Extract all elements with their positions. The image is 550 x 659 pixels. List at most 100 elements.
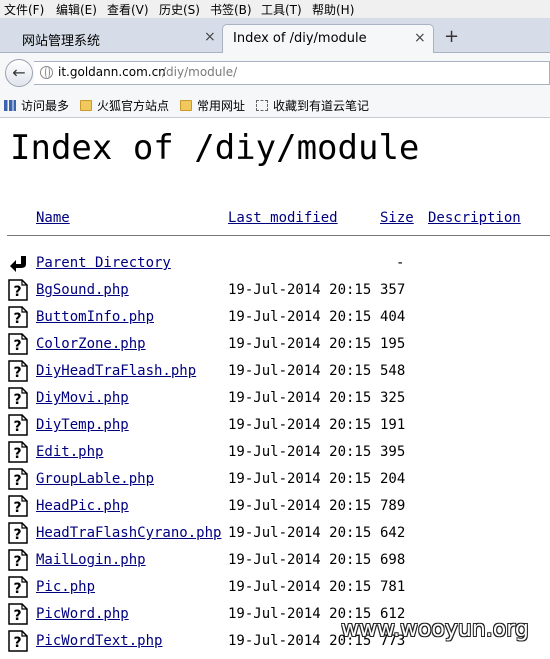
file-size: 642 bbox=[380, 525, 406, 541]
unknown-file-icon: ? bbox=[8, 522, 28, 544]
bookmark-label: 火狐官方站点 bbox=[97, 99, 170, 113]
sort-by-name-link[interactable]: Name bbox=[36, 210, 70, 226]
file-row: ? MailLogin.php 19-Jul-2014 20:15 698 bbox=[0, 549, 550, 578]
svg-text:?: ? bbox=[13, 365, 21, 381]
back-arrow-icon[interactable]: ← bbox=[5, 59, 33, 87]
last-modified: 19-Jul-2014 20:15 bbox=[228, 282, 372, 298]
file-link[interactable]: DiyTemp.php bbox=[36, 417, 129, 433]
file-link[interactable]: DiyHeadTraFlash.php bbox=[36, 363, 196, 379]
file-row: ? Edit.php 19-Jul-2014 20:15 395 bbox=[0, 441, 550, 470]
menu-view[interactable]: 查看(V) bbox=[107, 1, 149, 18]
file-size: 789 bbox=[380, 498, 406, 514]
back-arrow-icon bbox=[10, 256, 26, 272]
file-link[interactable]: Edit.php bbox=[36, 444, 103, 460]
svg-text:?: ? bbox=[13, 446, 21, 462]
close-tab-icon[interactable]: × bbox=[204, 29, 216, 45]
file-link[interactable]: HeadPic.php bbox=[36, 498, 129, 514]
menu-bookmarks[interactable]: 书签(B) bbox=[210, 1, 252, 18]
last-modified: 19-Jul-2014 20:15 bbox=[228, 417, 372, 433]
file-size: 781 bbox=[380, 579, 406, 595]
unknown-file-icon: ? bbox=[8, 576, 28, 598]
sort-by-description-link[interactable]: Description bbox=[428, 210, 521, 226]
tab-site-admin[interactable]: 网站管理系统 × bbox=[4, 24, 222, 52]
file-link[interactable]: Pic.php bbox=[36, 579, 95, 595]
menu-edit[interactable]: 编辑(E) bbox=[56, 1, 97, 18]
parent-directory-link[interactable]: Parent Directory bbox=[36, 255, 171, 271]
last-modified: 19-Jul-2014 20:15 bbox=[228, 336, 372, 352]
unknown-file-icon: ? bbox=[8, 603, 28, 625]
page-content: Index of /diy/module Name Last modified … bbox=[0, 118, 550, 658]
tab-title: 网站管理系统 bbox=[22, 34, 101, 49]
unknown-file-icon: ? bbox=[8, 630, 28, 652]
file-row: ? Pic.php 19-Jul-2014 20:15 781 bbox=[0, 576, 550, 605]
file-link[interactable]: ColorZone.php bbox=[36, 336, 146, 352]
folder-icon bbox=[80, 100, 92, 111]
file-size: 357 bbox=[380, 282, 406, 298]
file-row: ? HeadPic.php 19-Jul-2014 20:15 789 bbox=[0, 495, 550, 524]
menu-help[interactable]: 帮助(H) bbox=[312, 1, 354, 18]
unknown-file-icon: ? bbox=[8, 414, 28, 436]
close-tab-icon[interactable]: × bbox=[414, 30, 426, 46]
file-size: 698 bbox=[380, 552, 406, 568]
sort-by-size-link[interactable]: Size bbox=[380, 210, 414, 226]
unknown-file-icon: ? bbox=[8, 279, 28, 301]
unknown-file-icon: ? bbox=[8, 549, 28, 571]
file-row: ? ButtomInfo.php 19-Jul-2014 20:15 404 bbox=[0, 306, 550, 335]
file-size: 204 bbox=[380, 471, 406, 487]
unknown-file-icon: ? bbox=[8, 468, 28, 490]
file-size: 191 bbox=[380, 417, 406, 433]
bookmark-label: 常用网址 bbox=[197, 99, 246, 113]
tab-title: Index of /diy/module bbox=[233, 31, 367, 46]
menu-tools[interactable]: 工具(T) bbox=[261, 1, 302, 18]
last-modified: 19-Jul-2014 20:15 bbox=[228, 363, 372, 379]
file-size: 548 bbox=[380, 363, 406, 379]
parent-directory-row: Parent Directory - bbox=[0, 254, 550, 281]
svg-text:?: ? bbox=[13, 473, 21, 489]
sort-by-modified-link[interactable]: Last modified bbox=[228, 210, 338, 226]
bookmark-common-sites[interactable]: 常用网址 bbox=[180, 97, 245, 114]
svg-text:?: ? bbox=[13, 635, 21, 651]
svg-text:?: ? bbox=[13, 392, 21, 408]
file-link[interactable]: HeadTraFlashCyrano.php bbox=[36, 525, 221, 541]
file-link[interactable]: PicWord.php bbox=[36, 606, 129, 622]
svg-text:?: ? bbox=[13, 338, 21, 354]
address-bar[interactable]: it.goldann.com.cn /diy/module/ bbox=[34, 61, 550, 85]
svg-text:?: ? bbox=[13, 608, 21, 624]
new-tab-icon[interactable]: + bbox=[444, 26, 459, 47]
bookmark-firefox-official[interactable]: 火狐官方站点 bbox=[80, 97, 169, 114]
file-row: ? HeadTraFlashCyrano.php 19-Jul-2014 20:15… bbox=[0, 522, 550, 551]
file-link[interactable]: ButtomInfo.php bbox=[36, 309, 154, 325]
svg-text:?: ? bbox=[13, 419, 21, 435]
file-link[interactable]: GroupLable.php bbox=[36, 471, 154, 487]
last-modified: 19-Jul-2014 20:15 bbox=[228, 498, 372, 514]
unknown-file-icon: ? bbox=[8, 495, 28, 517]
menu-history[interactable]: 历史(S) bbox=[159, 1, 200, 18]
svg-text:?: ? bbox=[13, 311, 21, 327]
file-link[interactable]: DiyMovi.php bbox=[36, 390, 129, 406]
file-link[interactable]: BgSound.php bbox=[36, 282, 129, 298]
file-row: ? GroupLable.php 19-Jul-2014 20:15 204 bbox=[0, 468, 550, 497]
last-modified: 19-Jul-2014 20:15 bbox=[228, 309, 372, 325]
file-size: 395 bbox=[380, 444, 406, 460]
last-modified: 19-Jul-2014 20:15 bbox=[228, 579, 372, 595]
navigation-bar: it.goldann.com.cn /diy/module/ ← bbox=[0, 53, 550, 93]
menu-file[interactable]: 文件(F) bbox=[4, 1, 44, 18]
file-size: 325 bbox=[380, 390, 406, 406]
file-row: ? DiyTemp.php 19-Jul-2014 20:15 191 bbox=[0, 414, 550, 443]
bookmark-most-visited[interactable]: 访问最多 bbox=[4, 97, 69, 114]
page-title: Index of /diy/module bbox=[10, 128, 420, 168]
folder-icon bbox=[180, 100, 192, 111]
file-link[interactable]: PicWordText.php bbox=[36, 633, 162, 649]
last-modified: 19-Jul-2014 20:15 bbox=[228, 444, 372, 460]
svg-text:?: ? bbox=[13, 284, 21, 300]
file-link[interactable]: MailLogin.php bbox=[36, 552, 146, 568]
bookmarks-toolbar: 访问最多 火狐官方站点 常用网址 收藏到有道云笔记 bbox=[0, 93, 550, 118]
menu-bar: 文件(F) 编辑(E) 查看(V) 历史(S) 书签(B) 工具(T) 帮助(H… bbox=[0, 0, 550, 18]
last-modified: 19-Jul-2014 20:15 bbox=[228, 471, 372, 487]
unknown-file-icon: ? bbox=[8, 360, 28, 382]
svg-text:?: ? bbox=[13, 527, 21, 543]
last-modified: 19-Jul-2014 20:15 bbox=[228, 390, 372, 406]
bookmark-youdao-note[interactable]: 收藏到有道云笔记 bbox=[256, 97, 369, 114]
tab-index-of-module[interactable]: Index of /diy/module × bbox=[222, 24, 434, 53]
globe-icon bbox=[40, 66, 53, 79]
